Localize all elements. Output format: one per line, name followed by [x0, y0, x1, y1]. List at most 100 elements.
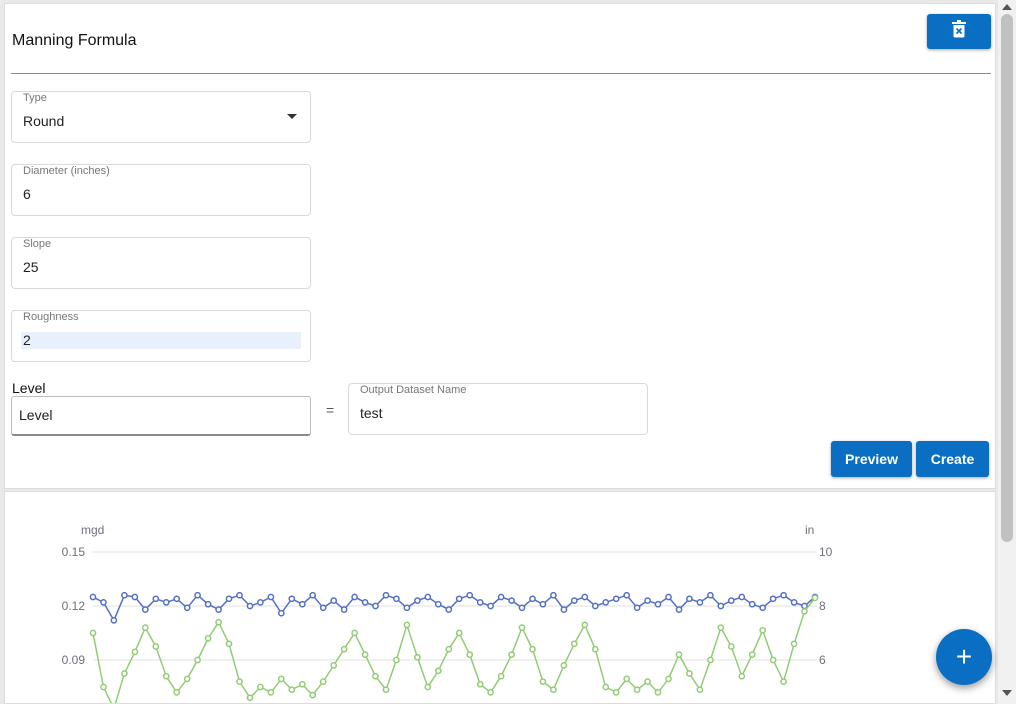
data-point-right — [455, 629, 463, 637]
data-point-left — [665, 593, 672, 601]
data-point-right — [372, 672, 379, 680]
data-point-right — [225, 640, 233, 648]
slope-field[interactable]: Slope 25 — [11, 237, 311, 289]
page-title: Manning Formula — [12, 32, 137, 49]
equals-sign: = — [326, 402, 335, 418]
data-point-right — [644, 678, 651, 685]
data-point-right — [403, 621, 411, 629]
roughness-label: Roughness — [23, 311, 79, 323]
data-point-left — [372, 602, 379, 610]
create-button[interactable]: Create — [916, 441, 989, 477]
delete-button[interactable] — [927, 14, 991, 49]
data-point-right — [591, 645, 599, 653]
data-point-right — [131, 648, 139, 656]
data-point-right — [780, 678, 787, 685]
data-point-right — [727, 643, 735, 650]
data-point-left — [570, 597, 578, 604]
roughness-field[interactable]: Roughness 2 — [11, 310, 311, 362]
data-point-left — [539, 600, 547, 608]
data-point-left — [707, 591, 714, 599]
level-label: Level — [12, 380, 46, 396]
preview-button[interactable]: Preview — [831, 441, 912, 477]
data-point-right — [497, 672, 505, 680]
vertical-scrollbar[interactable] — [998, 0, 1016, 704]
data-point-left — [476, 599, 484, 606]
dropdown-arrow-icon — [287, 114, 297, 119]
diameter-value: 6 — [23, 186, 31, 202]
data-point-left — [141, 606, 149, 613]
right-tick-label: 10 — [819, 545, 833, 559]
output-dataset-name-label: Output Dataset Name — [360, 384, 467, 396]
data-point-right — [100, 683, 107, 691]
data-point-right — [89, 629, 97, 637]
data-point-right — [215, 618, 222, 626]
data-point-right — [351, 629, 358, 637]
add-button[interactable]: + — [936, 629, 992, 685]
output-dataset-name-field[interactable]: Output Dataset Name test — [348, 383, 648, 435]
type-label: Type — [23, 92, 47, 104]
scroll-thumb[interactable] — [1001, 14, 1013, 542]
data-point-left — [131, 593, 139, 601]
data-point-left — [518, 604, 526, 612]
trash-icon — [951, 20, 967, 43]
level-input[interactable]: Level — [11, 396, 311, 436]
data-point-left — [267, 593, 275, 601]
diameter-field[interactable]: Diameter (inches) 6 — [11, 164, 311, 216]
data-point-right — [550, 686, 557, 694]
data-point-left — [403, 604, 411, 612]
data-point-right — [309, 691, 317, 699]
data-point-right — [152, 643, 160, 650]
right-tick-label: 6 — [819, 653, 826, 667]
data-point-left — [591, 602, 599, 610]
data-point-left — [696, 599, 704, 606]
data-point-left — [487, 602, 494, 610]
data-point-right — [612, 689, 620, 696]
data-point-left — [508, 597, 515, 604]
data-point-right — [445, 645, 453, 653]
data-point-right — [675, 651, 683, 658]
data-point-left — [560, 606, 568, 613]
data-point-left — [633, 604, 641, 612]
data-point-left — [497, 593, 505, 601]
data-point-left — [100, 599, 107, 606]
plus-icon: + — [955, 641, 973, 672]
data-point-right — [121, 670, 128, 677]
data-point-left — [414, 597, 421, 604]
data-point-left — [298, 600, 306, 608]
data-point-left — [686, 595, 693, 603]
type-select[interactable]: Type Round — [11, 91, 311, 143]
data-point-right — [277, 675, 285, 683]
data-point-right — [162, 672, 170, 680]
data-point-left — [727, 597, 735, 604]
data-point-right — [361, 651, 369, 658]
slope-label: Slope — [23, 238, 52, 250]
data-point-right — [581, 621, 589, 629]
data-point-right — [257, 683, 264, 691]
scroll-down-arrow-icon[interactable] — [1002, 690, 1012, 696]
data-point-left — [194, 591, 201, 599]
series-line-left — [92, 594, 816, 623]
data-point-right — [466, 651, 474, 658]
data-point-left — [152, 595, 160, 603]
left-tick-label: 0.12 — [62, 599, 86, 613]
data-point-right — [476, 680, 484, 688]
data-point-right — [173, 689, 181, 696]
data-point-left — [717, 602, 725, 610]
title-divider — [11, 73, 991, 74]
right-tick-label: 8 — [819, 599, 826, 613]
data-point-right — [434, 667, 442, 675]
data-point-left — [309, 591, 317, 599]
right-axis-unit: in — [805, 523, 814, 537]
data-point-right — [811, 594, 819, 602]
data-point-left — [424, 593, 432, 601]
data-point-right — [623, 675, 631, 683]
data-point-left — [225, 595, 233, 603]
data-point-right — [560, 662, 568, 669]
data-point-left — [445, 606, 453, 613]
data-point-left — [236, 591, 243, 599]
data-point-left — [183, 604, 191, 612]
scroll-up-arrow-icon[interactable] — [1002, 4, 1012, 10]
data-point-right — [539, 678, 547, 685]
data-point-right — [330, 662, 338, 669]
data-point-right — [267, 689, 275, 696]
